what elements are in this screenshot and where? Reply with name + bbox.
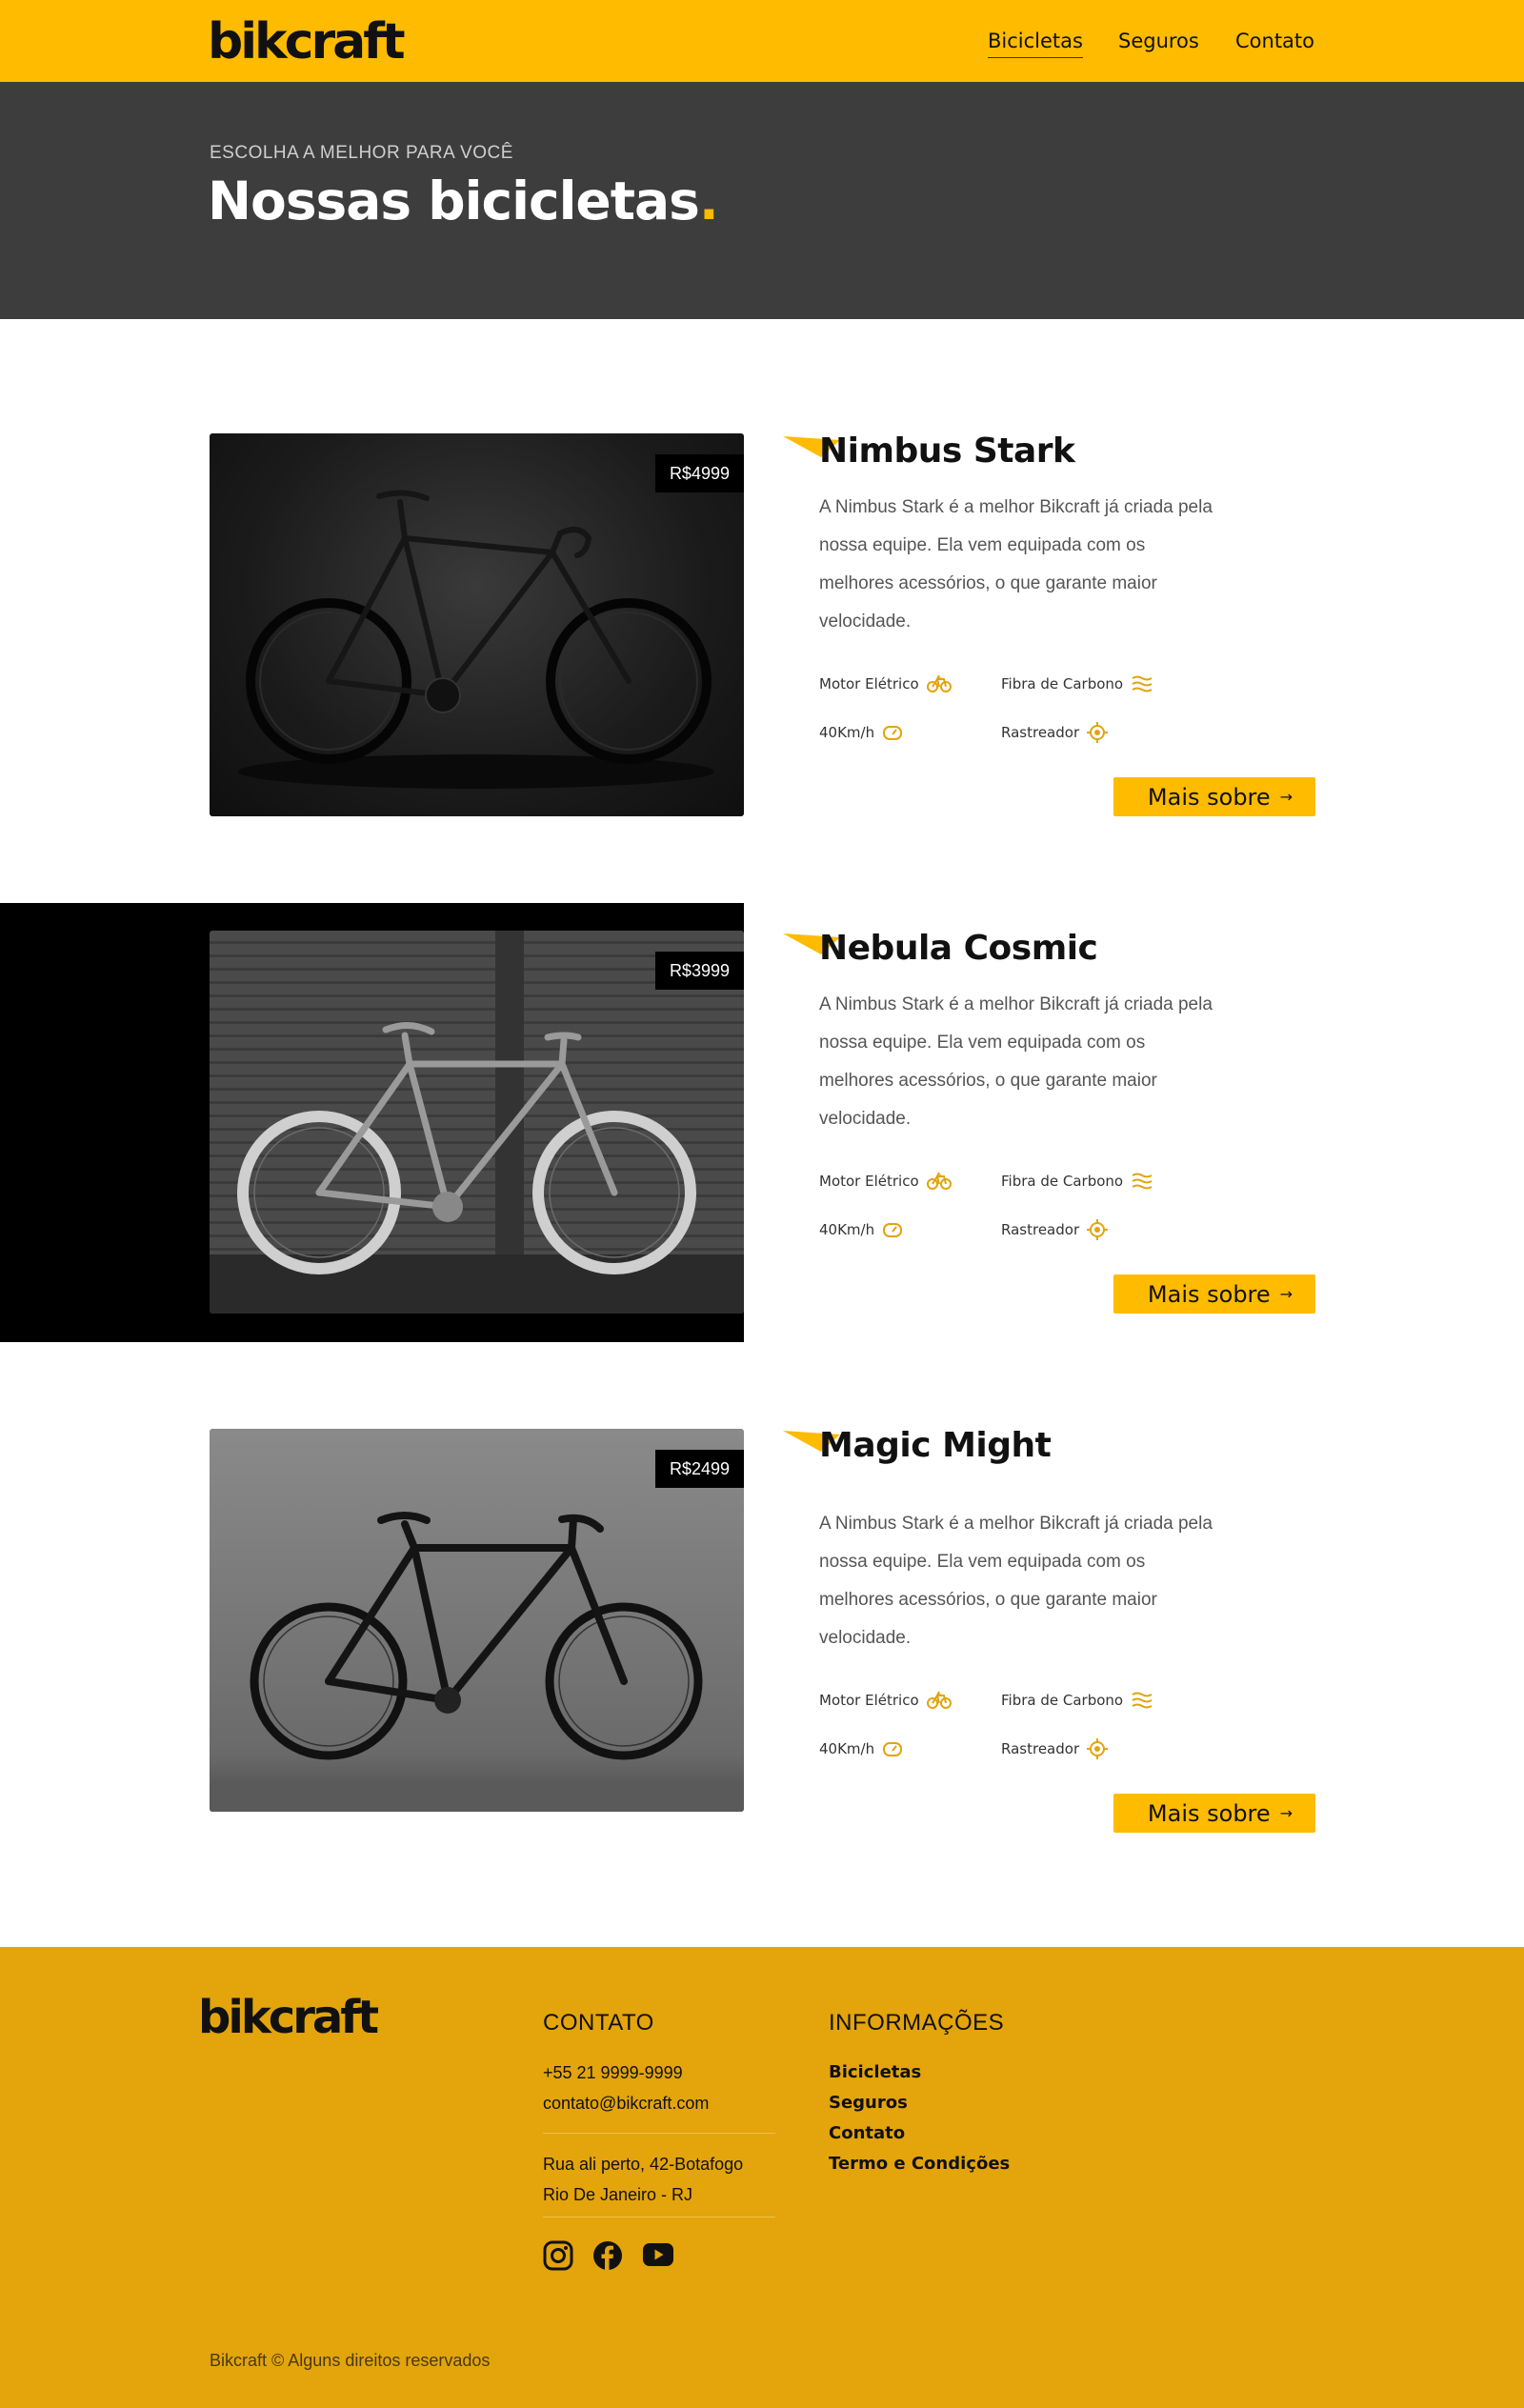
copyright: Bikcraft © Alguns direitos reservados: [210, 2351, 491, 2370]
footer-address-line1: Rua ali perto, 42-Botafogo: [543, 2155, 744, 2174]
feature-carbon: Fibra de Carbono: [1001, 672, 1153, 695]
product-name: Nimbus Stark: [819, 431, 1075, 471]
feature-label: Rastreador: [1001, 724, 1080, 741]
product-image-nimbus-stark[interactable]: R$4999: [210, 433, 744, 816]
feature-label: Fibra de Carbono: [1001, 1173, 1124, 1190]
feature-speed: 40Km/h: [819, 1218, 903, 1241]
more-button[interactable]: Mais sobre →: [1113, 1274, 1315, 1314]
price-badge: R$3999: [654, 952, 744, 990]
instagram-icon[interactable]: [543, 2240, 573, 2271]
feature-tracker: Rastreador: [1001, 1737, 1109, 1760]
product-image-magic-might[interactable]: R$2499: [210, 1429, 744, 1812]
feature-label: Fibra de Carbono: [1001, 1692, 1124, 1709]
feature-label: Motor Elétrico: [819, 1692, 919, 1709]
feature-label: Rastreador: [1001, 1740, 1080, 1757]
arrow-right-icon: →: [1279, 1285, 1293, 1303]
carbon-fiber-icon: [1132, 1173, 1153, 1190]
footer-link-bicicletas[interactable]: Bicicletas: [829, 2057, 921, 2088]
product-description: A Nimbus Stark é a melhor Bikcraft já cr…: [819, 497, 1213, 632]
electric-bike-icon: [926, 674, 952, 692]
footer-link-contato[interactable]: Contato: [829, 2118, 905, 2149]
feature-label: 40Km/h: [819, 1221, 875, 1238]
arrow-right-icon: →: [1279, 1804, 1293, 1822]
footer-logo[interactable]: bikcraft: [198, 1989, 379, 2046]
electric-bike-icon: [926, 1172, 952, 1190]
feature-tracker: Rastreador: [1001, 1218, 1109, 1241]
button-label: Mais sobre: [1147, 1280, 1271, 1308]
feature-motor: Motor Elétrico: [819, 1689, 952, 1712]
footer-contact-title: CONTATO: [543, 2010, 654, 2036]
footer-email[interactable]: contato@bikcraft.com: [543, 2088, 709, 2118]
feature-motor: Motor Elétrico: [819, 672, 952, 695]
product-name: Nebula Cosmic: [819, 929, 1098, 968]
feature-label: Fibra de Carbono: [1001, 675, 1124, 692]
feature-label: 40Km/h: [819, 1740, 875, 1757]
product-description: A Nimbus Stark é a melhor Bikcraft já cr…: [819, 1514, 1213, 1648]
nav-bicicletas[interactable]: Bicicletas: [988, 27, 1083, 58]
speedometer-icon: [883, 1223, 903, 1237]
speedometer-icon: [883, 1742, 903, 1756]
title-dot: .: [698, 171, 719, 231]
tracker-icon: [1087, 1738, 1109, 1759]
more-button[interactable]: Mais sobre →: [1113, 777, 1315, 816]
feature-speed: 40Km/h: [819, 1737, 903, 1760]
tracker-icon: [1087, 722, 1109, 743]
feature-label: 40Km/h: [819, 724, 875, 741]
logo[interactable]: bikcraft: [208, 11, 406, 72]
nav-contato[interactable]: Contato: [1235, 27, 1314, 55]
tracker-icon: [1087, 1219, 1109, 1240]
electric-bike-icon: [926, 1691, 952, 1709]
nav-seguros[interactable]: Seguros: [1118, 27, 1199, 55]
more-button[interactable]: Mais sobre →: [1113, 1794, 1315, 1833]
button-label: Mais sobre: [1147, 1799, 1271, 1827]
footer-address-line2: Rio De Janeiro - RJ: [543, 2185, 693, 2204]
carbon-fiber-icon: [1132, 675, 1153, 692]
facebook-icon[interactable]: [592, 2240, 623, 2271]
feature-carbon: Fibra de Carbono: [1001, 1689, 1153, 1712]
footer-phone[interactable]: +55 21 9999-9999: [543, 2057, 683, 2088]
speedometer-icon: [883, 726, 903, 740]
footer-link-termos[interactable]: Termo e Condições: [829, 2149, 1010, 2179]
feature-label: Motor Elétrico: [819, 675, 919, 692]
feature-carbon: Fibra de Carbono: [1001, 1170, 1153, 1193]
feature-speed: 40Km/h: [819, 721, 903, 744]
product-description: A Nimbus Stark é a melhor Bikcraft já cr…: [819, 994, 1213, 1129]
youtube-icon[interactable]: [642, 2242, 674, 2267]
product-image-nebula-cosmic[interactable]: R$3999: [210, 931, 744, 1314]
feature-tracker: Rastreador: [1001, 721, 1109, 744]
footer-divider: [543, 2133, 775, 2134]
price-badge: R$2499: [654, 1450, 744, 1488]
feature-label: Rastreador: [1001, 1221, 1080, 1238]
hero-eyebrow: ESCOLHA A MELHOR PARA VOCÊ: [210, 143, 513, 163]
price-badge: R$4999: [654, 454, 744, 492]
footer-info-title: INFORMAÇÕES: [829, 2010, 1005, 2036]
page-title-text: Nossas bicicletas: [208, 171, 700, 231]
arrow-right-icon: →: [1279, 788, 1293, 806]
page-title: Nossas bicicletas.: [208, 166, 719, 236]
feature-motor: Motor Elétrico: [819, 1170, 952, 1193]
feature-label: Motor Elétrico: [819, 1173, 919, 1190]
button-label: Mais sobre: [1147, 783, 1271, 811]
footer-link-seguros[interactable]: Seguros: [829, 2088, 908, 2118]
site-header: bikcraft Bicicletas Seguros Contato: [0, 0, 1524, 82]
product-name: Magic Might: [819, 1426, 1052, 1465]
carbon-fiber-icon: [1132, 1692, 1153, 1709]
